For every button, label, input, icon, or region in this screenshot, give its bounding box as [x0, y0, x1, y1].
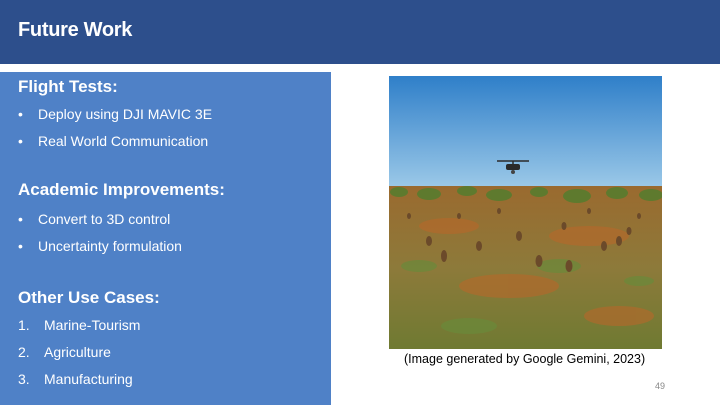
list-item-label: Manufacturing	[44, 371, 133, 387]
content-panel: Flight Tests: • Deploy using DJI MAVIC 3…	[0, 72, 331, 405]
section-title-academic-improvements: Academic Improvements:	[18, 180, 225, 199]
list-item-label: Marine-Tourism	[44, 317, 141, 333]
bullet-icon: •	[18, 106, 23, 122]
list-item-label: Convert to 3D control	[38, 211, 171, 227]
list-item-label: Uncertainty formulation	[38, 238, 182, 254]
list-number: 1.	[18, 317, 30, 333]
list-item-label: Real World Communication	[38, 133, 209, 149]
bullet-icon: •	[18, 133, 23, 149]
list-item: • Deploy using DJI MAVIC 3E	[18, 106, 212, 122]
page-number: 49	[655, 381, 666, 391]
list-item: 3. Manufacturing	[18, 371, 133, 387]
slide-header: Future Work	[0, 0, 720, 64]
list-item-label: Deploy using DJI MAVIC 3E	[38, 106, 213, 122]
image-caption: (Image generated by Google Gemini, 2023)	[404, 352, 646, 366]
list-number: 2.	[18, 344, 30, 360]
list-item: 1. Marine-Tourism	[18, 317, 140, 333]
list-item: • Convert to 3D control	[18, 211, 170, 227]
list-item: • Real World Communication	[18, 133, 208, 149]
list-item: • Uncertainty formulation	[18, 238, 182, 254]
slide-title: Future Work	[18, 19, 133, 41]
list-item-label: Agriculture	[44, 344, 111, 360]
bullet-icon: •	[18, 238, 23, 254]
section-title-flight-tests: Flight Tests:	[18, 77, 118, 96]
list-item: 2. Agriculture	[18, 344, 111, 360]
section-title-other-use-cases: Other Use Cases:	[18, 288, 160, 307]
list-number: 3.	[18, 371, 30, 387]
bullet-icon: •	[18, 211, 23, 227]
drone-over-kangaroos-image	[389, 76, 662, 349]
